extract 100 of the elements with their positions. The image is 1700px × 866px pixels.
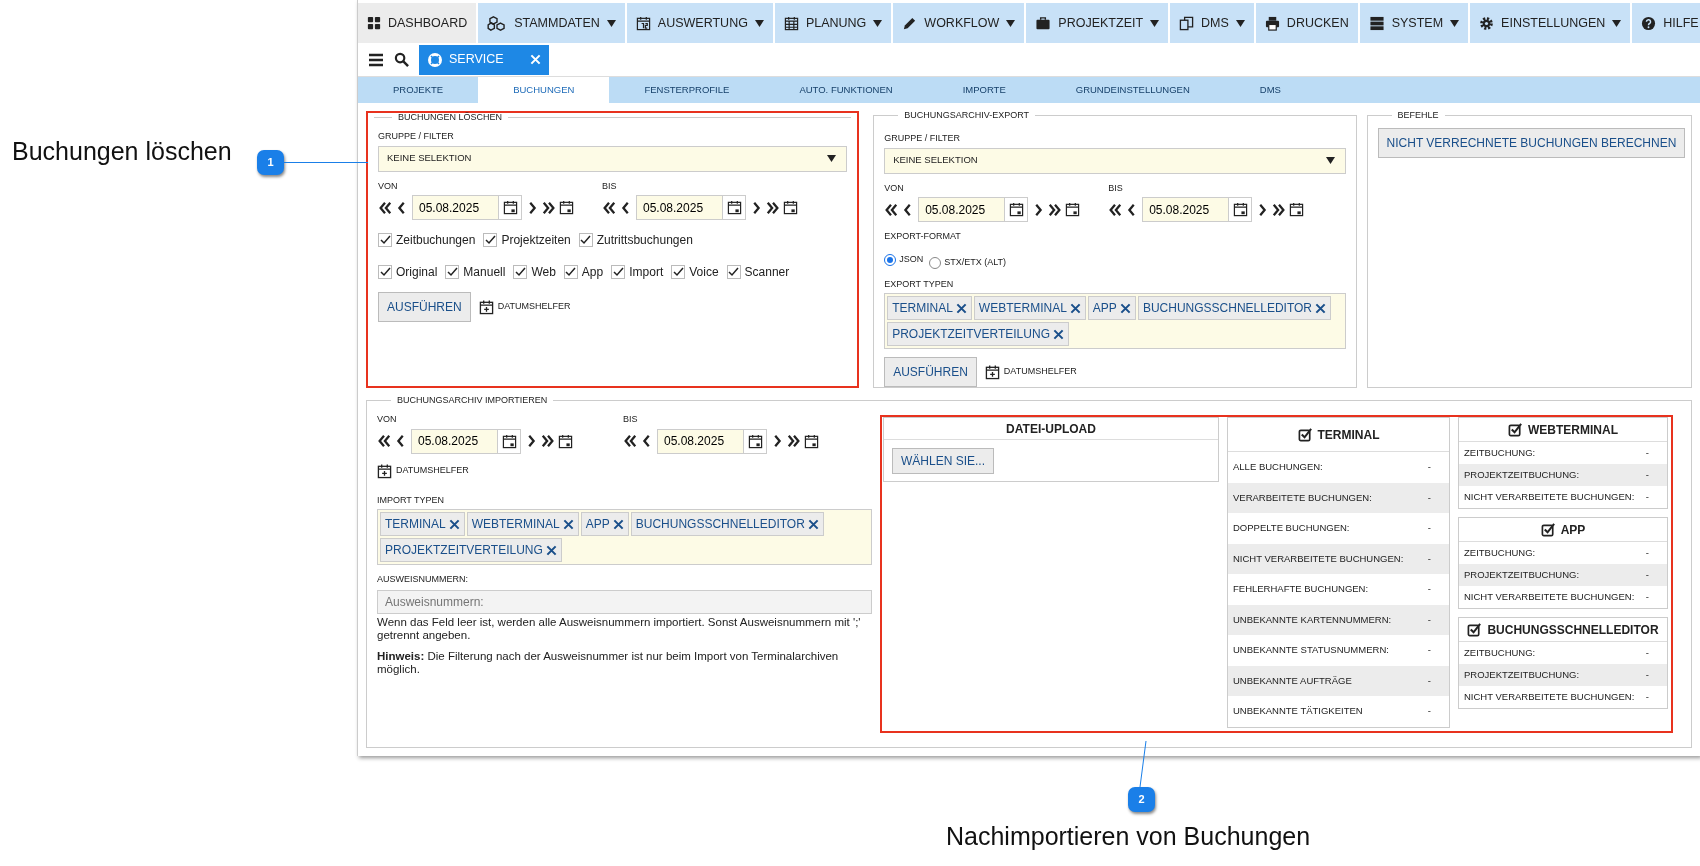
panel-title: TERMINAL — [1317, 426, 1380, 444]
search-icon[interactable] — [394, 52, 409, 67]
calendar-icon[interactable] — [804, 433, 819, 449]
menu-item[interactable]: DASHBOARD — [358, 3, 477, 43]
double-chevron-left-icon[interactable] — [377, 433, 391, 449]
checkbox[interactable]: Import — [611, 263, 664, 281]
calendar-button[interactable] — [1004, 197, 1029, 222]
close-icon[interactable] — [1315, 302, 1327, 314]
checkbox[interactable]: App — [563, 263, 604, 281]
calendar-button[interactable] — [743, 428, 767, 454]
double-chevron-left-icon[interactable] — [602, 199, 616, 216]
tab[interactable]: PROJEKTE — [358, 77, 479, 103]
checkbox[interactable]: Web — [513, 263, 556, 281]
radio-button[interactable]: JSON — [884, 252, 924, 267]
help-icon — [1641, 15, 1657, 31]
close-icon[interactable] — [1052, 328, 1064, 340]
close-icon[interactable] — [448, 518, 460, 530]
stat-value: - — [1645, 667, 1649, 682]
calendar-button[interactable] — [722, 195, 746, 220]
tab[interactable]: AUTO. FUNKTIONEN — [764, 77, 928, 103]
calendar-button[interactable] — [1228, 197, 1253, 222]
double-chevron-right-icon[interactable] — [787, 433, 801, 449]
id-numbers-field[interactable]: Ausweisnummern: — [377, 589, 872, 614]
tab[interactable]: FENSTERPROFILE — [609, 77, 765, 103]
date-helper-button[interactable]: DATUMSHELFER — [984, 364, 1077, 380]
date-helper-button[interactable]: DATUMSHELFER — [377, 462, 469, 479]
double-chevron-right-icon[interactable] — [541, 433, 555, 449]
stat-value: - — [1427, 490, 1431, 505]
close-icon[interactable] — [612, 518, 624, 530]
check-icon — [446, 267, 458, 277]
dropdown[interactable]: KEINE SELEKTION — [378, 145, 848, 172]
checkbox[interactable]: Projektzeiten — [483, 231, 571, 249]
double-chevron-right-icon[interactable] — [766, 199, 780, 216]
calendar-icon[interactable] — [559, 200, 574, 215]
tab[interactable]: DMS — [1224, 77, 1316, 103]
calendar-button[interactable] — [498, 195, 522, 220]
menu-item[interactable]: STAMMDATEN — [478, 3, 625, 43]
tag-input[interactable]: TERMINAL WEBTERMINAL APP BUCHUNGSSCHNELLEDITOR PROJEKTZEITVERTEILUNG — [377, 509, 872, 565]
field-label: EXPORT TYPEN — [884, 277, 955, 291]
cubes-icon — [487, 15, 508, 31]
stat-value: - — [1645, 645, 1649, 660]
double-chevron-left-icon[interactable] — [884, 201, 899, 218]
stat-value: - — [1427, 460, 1431, 475]
close-icon[interactable] — [1119, 302, 1131, 314]
double-chevron-left-icon[interactable] — [1108, 201, 1123, 218]
calendar-button[interactable] — [497, 428, 521, 454]
close-icon[interactable] — [955, 302, 967, 314]
date-field[interactable]: 05.08.2025 — [636, 195, 722, 220]
double-chevron-left-icon[interactable] — [378, 199, 392, 216]
menu-item[interactable]: DRUCKEN — [1255, 3, 1358, 43]
date-helper-button[interactable]: DATUMSHELFER — [478, 299, 571, 315]
checkbox[interactable]: Voice — [671, 263, 719, 281]
stat-label: UNBEKANNTE TÄTIGKEITEN — [1233, 704, 1363, 719]
checkbox[interactable]: Scanner — [726, 263, 790, 281]
run-button[interactable]: AUSFÜHREN — [378, 292, 471, 322]
date-field[interactable]: 05.08.2025 — [1142, 197, 1229, 222]
choose-button[interactable]: WÄHLEN SIE... — [892, 448, 995, 474]
double-chevron-right-icon[interactable] — [1048, 201, 1063, 218]
stat-value: - — [1427, 643, 1431, 658]
stat-label: DOPPELTE BUCHUNGEN: — [1233, 521, 1350, 536]
menu-item[interactable]: HILFE — [1632, 3, 1700, 43]
tag-label: APP — [585, 516, 610, 533]
checkbox[interactable]: Zeitbuchungen — [378, 231, 476, 249]
double-chevron-right-icon[interactable] — [542, 199, 556, 216]
double-chevron-right-icon[interactable] — [1272, 201, 1287, 218]
run-button[interactable]: AUSFÜHREN — [884, 357, 977, 387]
checkbox[interactable]: Zutrittsbuchungen — [578, 231, 693, 249]
tab[interactable]: IMPORTE — [927, 77, 1041, 103]
checkbox[interactable]: Manuell — [445, 263, 506, 281]
menu-item[interactable]: DMS — [1170, 3, 1254, 43]
date-field[interactable]: 05.08.2025 — [412, 195, 498, 220]
close-icon[interactable] — [807, 518, 819, 530]
tab[interactable]: GRUNDEINSTELLUNGEN — [1040, 77, 1225, 103]
date-field[interactable]: 05.08.2025 — [918, 197, 1005, 222]
tab[interactable]: SERVICE — [419, 44, 549, 75]
date-field[interactable]: 05.08.2025 — [411, 428, 497, 454]
radio-button[interactable]: STX/ETX (ALT) — [929, 255, 1006, 270]
calendar-icon[interactable] — [558, 433, 573, 449]
calendar-icon[interactable] — [1289, 202, 1305, 217]
menu-item[interactable]: AUSWERTUNG — [626, 3, 773, 43]
calendar-icon[interactable] — [783, 200, 798, 215]
close-icon[interactable] — [1069, 302, 1081, 314]
double-chevron-left-icon[interactable] — [623, 433, 637, 449]
tab[interactable]: BUCHUNGEN — [478, 77, 610, 103]
tag-input[interactable]: TERMINAL WEBTERMINAL APP BUCHUNGSSCHNELLEDITOR PROJEKTZEITVERTEILUNG — [884, 293, 1346, 349]
close-icon[interactable] — [545, 544, 557, 556]
close-icon[interactable] — [562, 518, 574, 530]
menu-item[interactable]: EINSTELLUNGEN — [1470, 3, 1631, 43]
menu-item[interactable]: PLANUNG — [774, 3, 892, 43]
menu-icon[interactable] — [368, 52, 384, 67]
stat-value: - — [1645, 467, 1649, 482]
calculate-button[interactable]: NICHT VERRECHNETE BUCHUNGEN BERECHNEN — [1377, 128, 1686, 158]
menu-item[interactable]: WORKFLOW — [893, 3, 1025, 43]
menu-item[interactable]: PROJEKTZEIT — [1026, 3, 1169, 43]
menu-item[interactable]: SYSTEM — [1359, 3, 1469, 43]
calendar-icon[interactable] — [1065, 202, 1081, 217]
stat-label: PROJEKTZEITBUCHUNG: — [1464, 567, 1580, 582]
dropdown[interactable]: KEINE SELEKTION — [884, 147, 1346, 174]
checkbox[interactable]: Original — [378, 263, 438, 281]
date-field[interactable]: 05.08.2025 — [657, 428, 743, 454]
